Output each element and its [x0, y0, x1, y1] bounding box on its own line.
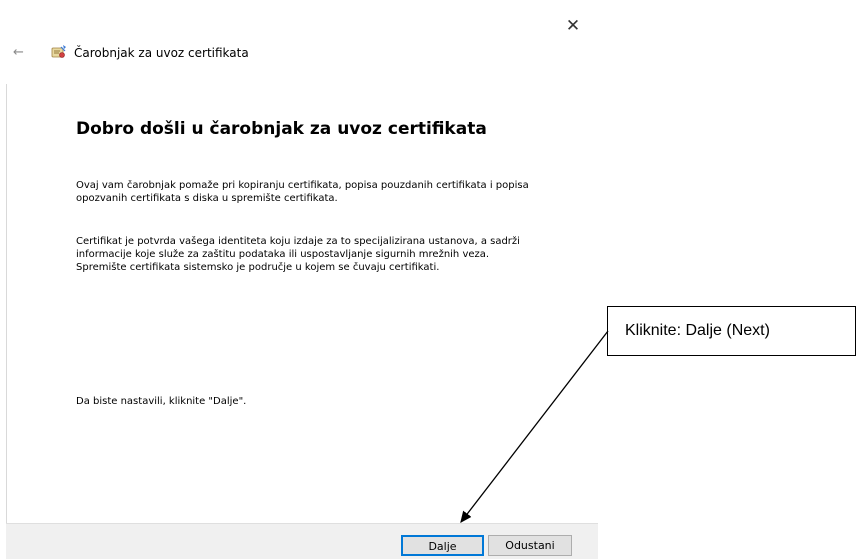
callout-arrow [460, 330, 609, 524]
